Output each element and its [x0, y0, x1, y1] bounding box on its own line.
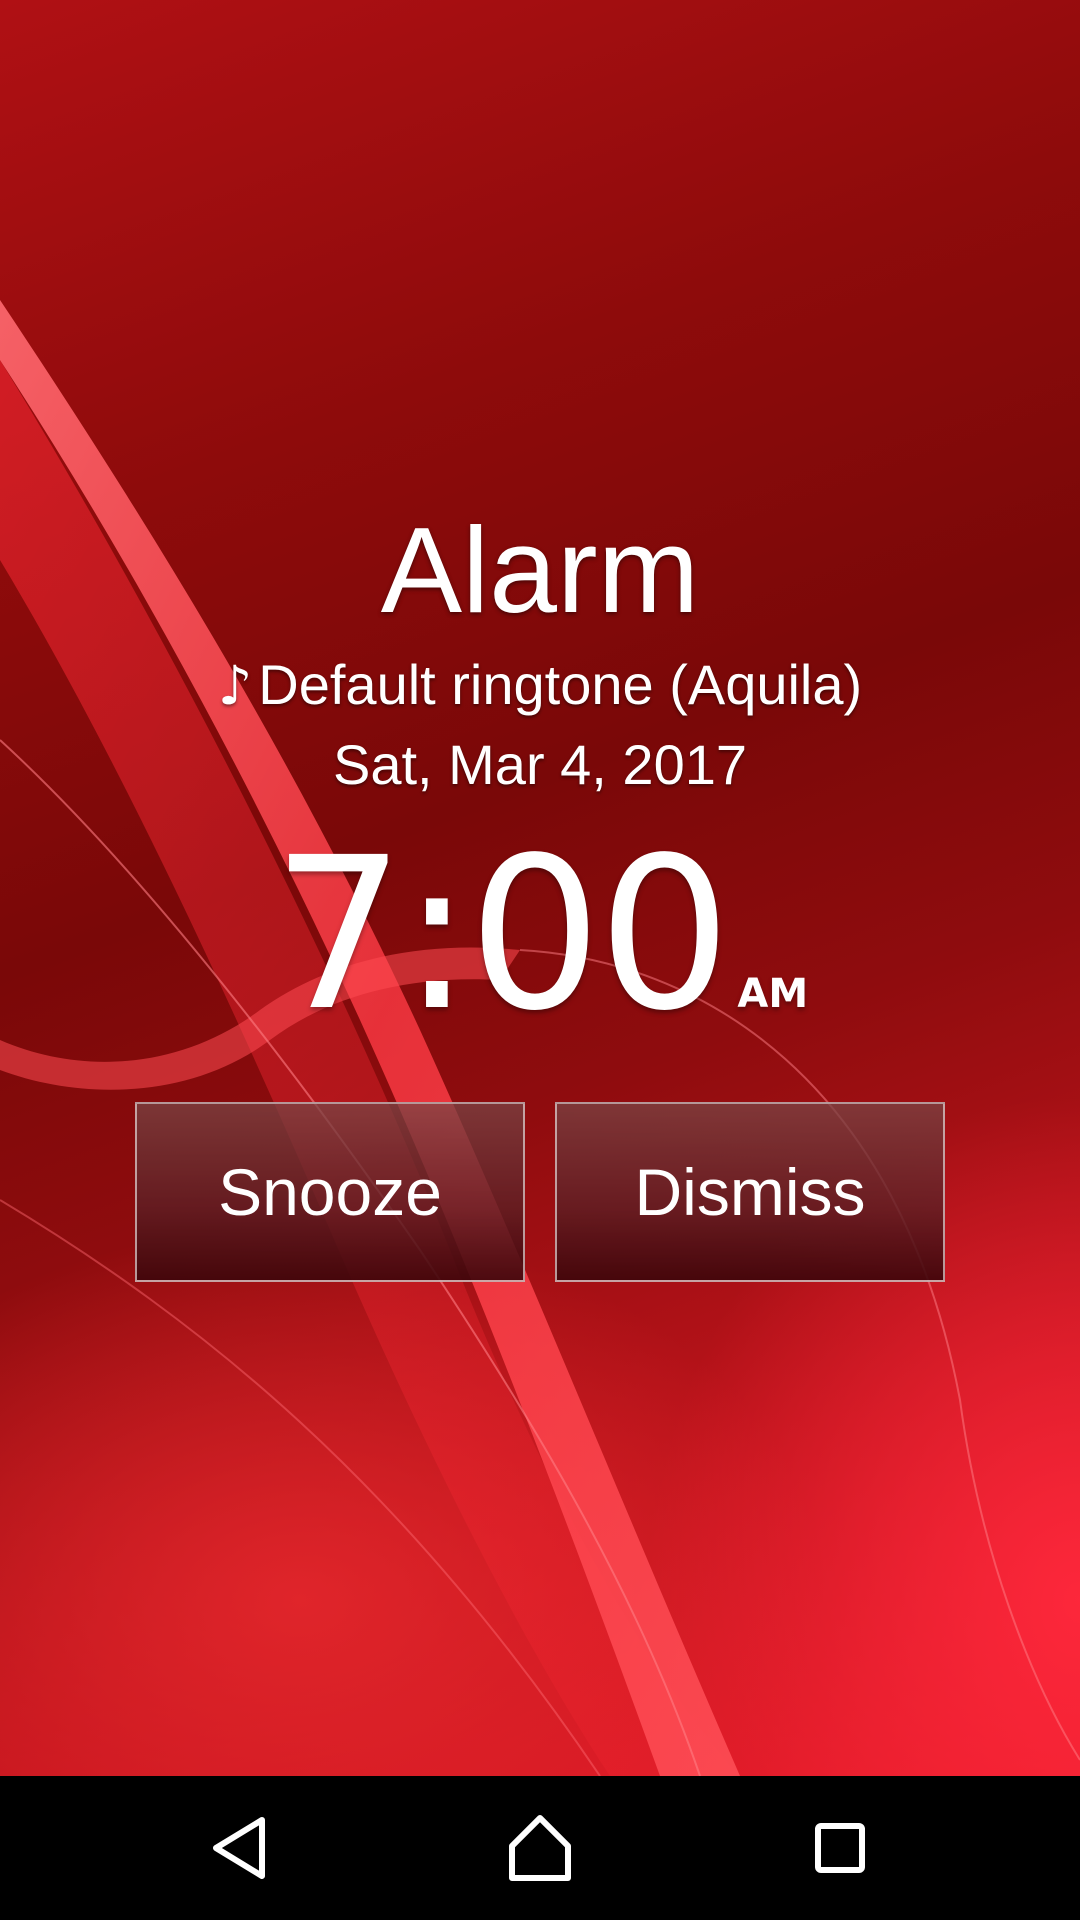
- ringtone-label: Default ringtone (Aquila): [258, 653, 863, 716]
- alarm-screen: Alarm ♪ Default ringtone (Aquila) Sat, Ma…: [0, 0, 1080, 1920]
- back-button[interactable]: [192, 1798, 292, 1898]
- alarm-date: Sat, Mar 4, 2017: [332, 733, 747, 796]
- recents-button[interactable]: [790, 1798, 890, 1898]
- recents-icon: [815, 1823, 865, 1873]
- alarm-ampm: AM: [737, 971, 809, 1017]
- home-icon: [509, 1815, 571, 1881]
- alarm-time: 7:00: [271, 812, 732, 1057]
- music-note-icon: ♪: [217, 654, 253, 717]
- dismiss-button[interactable]: Dismiss: [555, 1102, 945, 1282]
- ringtone-row: ♪ Default ringtone (Aquila): [0, 650, 1080, 721]
- home-button[interactable]: [490, 1798, 590, 1898]
- navigation-bar: [0, 1776, 1080, 1920]
- snooze-button[interactable]: Snooze: [135, 1102, 525, 1282]
- alarm-content: Alarm ♪ Default ringtone (Aquila) Sat, Ma…: [0, 0, 1080, 1776]
- alarm-clock: 7:00 AM: [0, 830, 1080, 1040]
- back-icon: [213, 1817, 265, 1879]
- alarm-title: Alarm: [380, 502, 700, 638]
